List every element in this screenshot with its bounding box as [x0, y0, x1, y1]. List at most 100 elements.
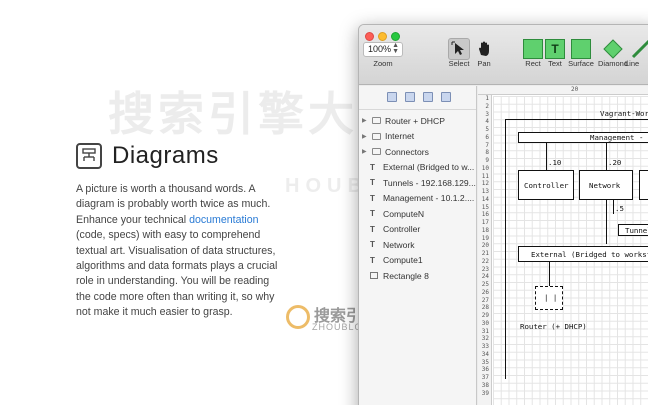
text-tool-button[interactable]: T — [545, 39, 565, 59]
ruler-number: 34 — [481, 350, 489, 358]
ruler-number: 16 — [481, 211, 489, 219]
diagram-icon — [76, 143, 102, 169]
layers-sidebar: ▶ Router + DHCP ▶ Internet ▶ Connectors T Ex… — [359, 86, 477, 405]
ruler-number: 29 — [481, 312, 489, 319]
connector-network — [606, 143, 607, 171]
folder-icon — [372, 117, 381, 125]
disclosure-icon[interactable]: ▶ — [362, 148, 370, 155]
layer-top-icon[interactable] — [423, 92, 433, 102]
ruler-number: 15 — [481, 203, 489, 211]
controller-label: Controller — [524, 181, 569, 190]
layer-down-icon[interactable] — [405, 92, 415, 102]
diamond-icon — [603, 39, 623, 59]
line-tool-button[interactable] — [631, 39, 648, 59]
sidebar-item-compute1[interactable]: T Compute1 — [359, 253, 476, 269]
sidebar-item-rectangle[interactable]: Rectangle 8 — [359, 268, 476, 284]
compute-node — [639, 170, 648, 200]
text-layer-icon: T — [370, 240, 375, 250]
ruler-number: 3 — [485, 110, 489, 118]
sidebar-toolbar — [359, 86, 476, 110]
disclosure-icon[interactable]: ▶ — [362, 133, 370, 140]
drawing-canvas[interactable]: 20 1 2 3 4 5 6 7 8 9 10 11 12 13 14 15 16 17 18 19 20 21 22 23… — [478, 86, 648, 405]
sidebar-item-controller[interactable]: T Controller — [359, 222, 476, 238]
text-tool-icon: T — [551, 42, 559, 56]
zoom-select[interactable]: 100% ▲ ▼ — [363, 42, 403, 57]
text-layer-icon: T — [370, 162, 375, 172]
folder-icon — [372, 148, 381, 156]
diamond-tool-button[interactable] — [603, 39, 623, 59]
network-label: Network — [589, 181, 621, 190]
feature-description: A picture is worth a thousand words. A d… — [76, 183, 278, 319]
ruler-number: 14 — [481, 195, 489, 203]
ruler-number: 18 — [481, 226, 489, 234]
pan-label: Pan — [477, 59, 491, 68]
surface-tool-button[interactable] — [571, 39, 591, 59]
layer-up-icon[interactable] — [387, 92, 397, 102]
tunnel-label: Tunnel — [625, 226, 648, 235]
sidebar-item-internet[interactable]: ▶ Internet — [359, 129, 476, 145]
ruler-number: 27 — [481, 296, 489, 304]
connector-tunnel — [613, 200, 614, 214]
ruler-number: 21 — [481, 250, 489, 257]
sidebar-item-tunnels[interactable]: T Tunnels - 192.168.129... — [359, 175, 476, 191]
rect-tool-button[interactable] — [523, 39, 543, 59]
sidebar-item-computen[interactable]: T ComputeN — [359, 206, 476, 222]
ruler-number: 1 — [485, 95, 489, 102]
sidebar-item-connectors[interactable]: ▶ Connectors — [359, 144, 476, 160]
ruler-number: 30 — [481, 319, 489, 327]
layer-bottom-icon[interactable] — [441, 92, 451, 102]
watermark-logo-icon — [286, 305, 310, 329]
minimize-button[interactable] — [378, 32, 387, 41]
sidebar-item-management[interactable]: T Management - 10.1.2.... — [359, 191, 476, 207]
ruler-number: 20 — [481, 242, 489, 250]
ruler-number: 22 — [481, 257, 489, 265]
router-icon: | | — [544, 293, 558, 302]
documentation-link[interactable]: documentation — [189, 214, 259, 226]
ruler-number: 12 — [481, 180, 489, 188]
ruler-number: 33 — [481, 343, 489, 350]
zoom-label: Zoom — [373, 59, 393, 68]
ruler-mark: 20 — [571, 86, 579, 93]
cursor-icon — [451, 41, 464, 55]
outer-frame-top — [505, 119, 648, 120]
ruler-number: 19 — [481, 234, 489, 242]
app-window: 100% ▲ ▼ Zoom Select Pan Rect T Text Surf… — [358, 24, 648, 405]
ruler-number: 35 — [481, 358, 489, 366]
text-layer-icon: T — [370, 224, 375, 234]
ruler-number: 17 — [481, 219, 489, 226]
sidebar-item-network[interactable]: T Network — [359, 237, 476, 253]
folder-icon — [372, 132, 381, 140]
ruler-number: 26 — [481, 288, 489, 296]
ruler-number: 4 — [485, 118, 489, 126]
management-label: Management - 1 — [590, 133, 648, 142]
feature-header: Diagrams — [76, 140, 286, 172]
ip-controller-label: .10 — [548, 158, 562, 167]
ip-tunnel-label: .5 — [615, 204, 624, 213]
ip-network-label: .20 — [608, 158, 622, 167]
ruler-number: 8 — [485, 149, 489, 157]
rectangle-layer-icon — [370, 272, 378, 280]
sidebar-item-external[interactable]: T External (Bridged to w... — [359, 160, 476, 176]
ruler-number: 25 — [481, 281, 489, 288]
vagrant-label: Vagrant-Wor — [600, 109, 648, 118]
text-layer-icon: T — [370, 193, 375, 203]
line-label: Line — [625, 59, 640, 68]
feature-section: Diagrams A picture is worth a thousand w… — [76, 140, 286, 321]
ruler-number: 31 — [481, 327, 489, 335]
line-icon — [631, 39, 648, 59]
ruler-number: 38 — [481, 381, 489, 389]
zoom-button[interactable] — [391, 32, 400, 41]
outer-frame-left — [505, 119, 506, 379]
ruler-number: 6 — [485, 133, 489, 141]
hand-icon — [479, 41, 489, 56]
ruler-number: 32 — [481, 335, 489, 343]
close-button[interactable] — [365, 32, 374, 41]
disclosure-icon[interactable]: ▶ — [362, 117, 370, 124]
ruler-number: 10 — [481, 164, 489, 172]
ruler-number: 9 — [485, 157, 489, 164]
select-tool-button[interactable] — [448, 38, 470, 60]
pan-tool-button[interactable] — [474, 39, 494, 59]
router-label: Router (+ DHCP) — [520, 322, 587, 331]
connector-router — [549, 262, 550, 286]
sidebar-item-router[interactable]: ▶ Router + DHCP — [359, 113, 476, 129]
